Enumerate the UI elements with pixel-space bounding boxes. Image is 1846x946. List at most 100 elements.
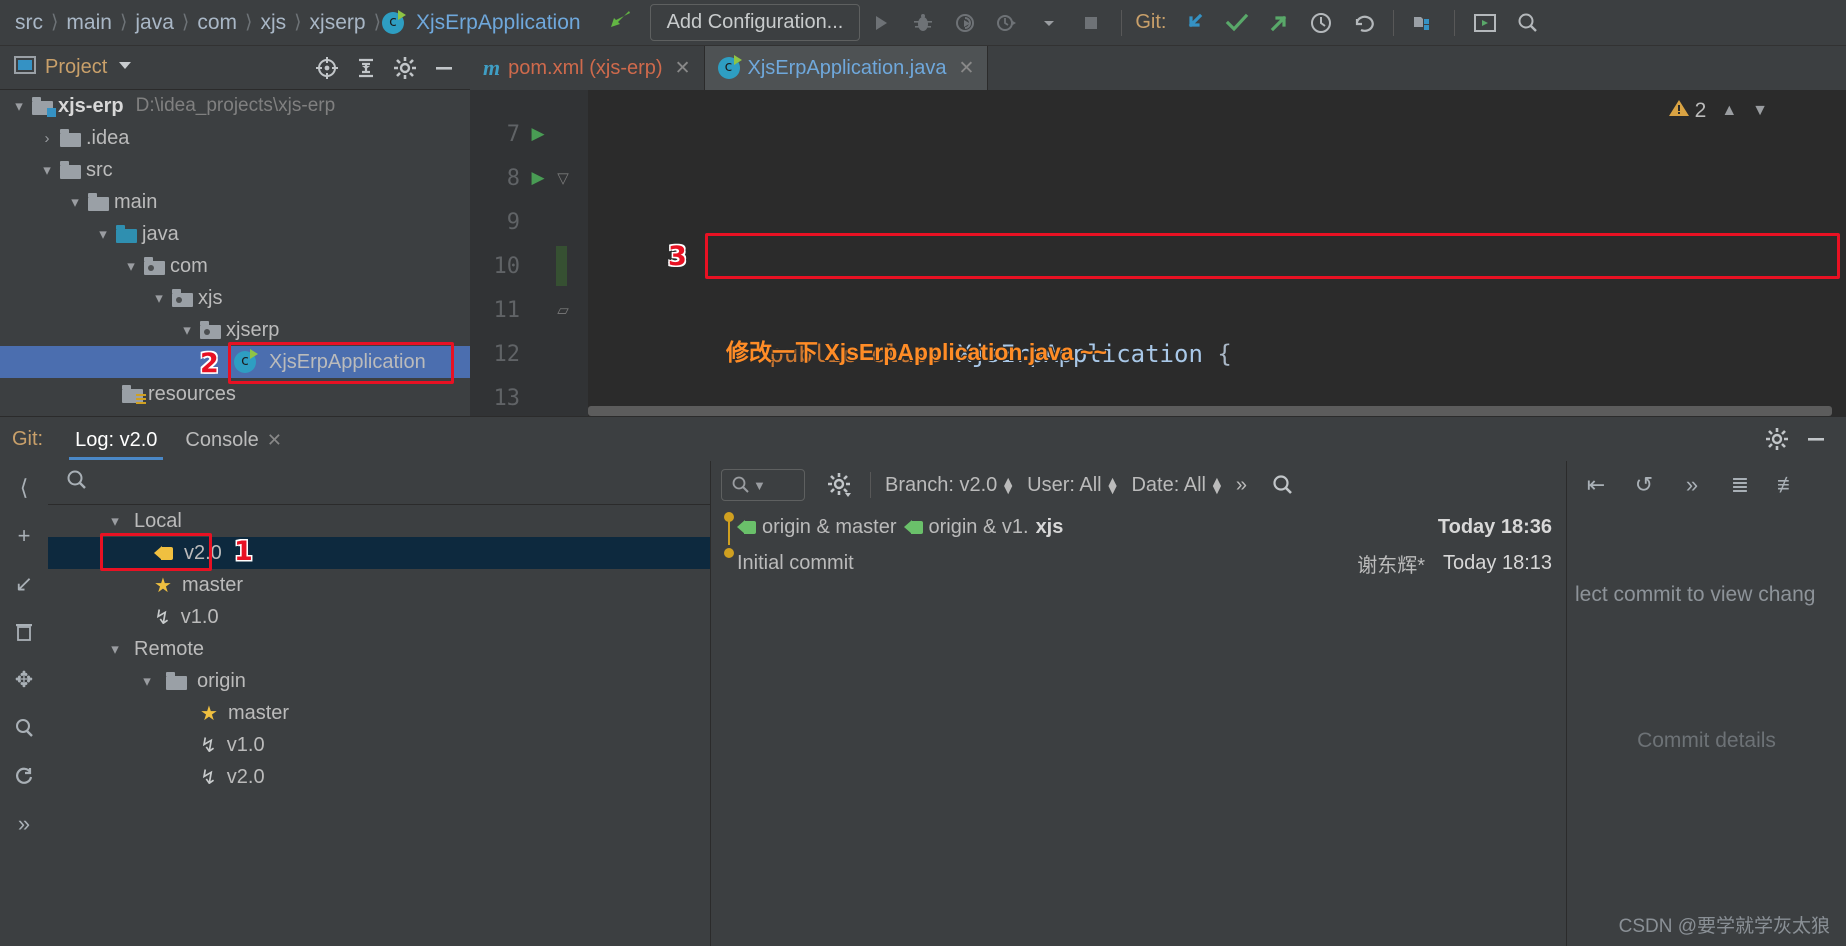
- tree-node-main[interactable]: ▾ main: [0, 186, 470, 218]
- build-icon[interactable]: [606, 5, 636, 40]
- checkout-icon[interactable]: ↙: [7, 567, 41, 601]
- minimize-icon[interactable]: [428, 52, 460, 84]
- chevron-down-icon[interactable]: [117, 57, 133, 78]
- gear-icon[interactable]: [1761, 423, 1793, 455]
- git-push-icon[interactable]: [1262, 6, 1296, 40]
- tree-node-xjs-erp[interactable]: ▾ xjs-erp D:\idea_projects\xjs-erp: [0, 90, 470, 122]
- undo-icon[interactable]: ↺: [1627, 468, 1661, 502]
- branch-item-v2-local[interactable]: v2.0: [48, 537, 710, 569]
- commit-list[interactable]: origin & master origin & v1. xjs Today 1…: [711, 509, 1566, 946]
- git-rollback-icon[interactable]: [1346, 6, 1380, 40]
- breadcrumb-item-main[interactable]: main: [59, 11, 119, 35]
- tree-node-xjserpapplication[interactable]: XjsErpApplication: [0, 346, 470, 378]
- stop-icon[interactable]: [1074, 6, 1108, 40]
- add-icon[interactable]: +: [7, 519, 41, 553]
- git-commit-icon[interactable]: [1220, 6, 1254, 40]
- chevron-right-icon[interactable]: ›: [34, 130, 60, 147]
- chevron-down-icon[interactable]: ▾: [90, 225, 116, 243]
- fold-icon[interactable]: ▽: [550, 169, 576, 187]
- tree-node-java[interactable]: ▾ java: [0, 218, 470, 250]
- user-filter[interactable]: User: All ▲ ▼: [1027, 474, 1119, 497]
- branch-item-master-remote[interactable]: ★ master: [48, 697, 710, 729]
- tab-pom-xml[interactable]: m pom.xml (xjs-erp) ✕: [470, 46, 705, 90]
- breadcrumb-item-com[interactable]: com: [190, 11, 244, 35]
- profiler-icon[interactable]: [990, 6, 1024, 40]
- debug-icon[interactable]: [906, 6, 940, 40]
- expand-all-icon[interactable]: ≣: [1723, 468, 1757, 502]
- chevron-up-icon[interactable]: ▲: [1721, 102, 1737, 120]
- delete-icon[interactable]: [7, 615, 41, 649]
- more-icon[interactable]: »: [1675, 468, 1709, 502]
- chevron-down-icon[interactable]: ▼: [1752, 102, 1768, 120]
- log-search-input[interactable]: ▼: [721, 469, 805, 501]
- run-icon[interactable]: ▶: [526, 124, 550, 144]
- breadcrumb-item-java[interactable]: java: [128, 11, 181, 35]
- tree-node-com[interactable]: ▾ com: [0, 250, 470, 282]
- breadcrumb-item-xjserp[interactable]: xjserp: [303, 11, 373, 35]
- tab-console[interactable]: Console ✕: [171, 421, 295, 458]
- close-icon[interactable]: ✕: [959, 57, 975, 80]
- tree-node-xjserp[interactable]: ▾ xjserp: [0, 314, 470, 346]
- revert-icon[interactable]: ⇤: [1579, 468, 1613, 502]
- close-icon[interactable]: ✕: [267, 430, 282, 451]
- breadcrumb-item-xjs[interactable]: xjs: [253, 11, 293, 35]
- chevron-down-icon[interactable]: ▾: [34, 161, 60, 179]
- project-structure-icon[interactable]: [1407, 6, 1441, 40]
- git-history-icon[interactable]: [1304, 6, 1338, 40]
- chevron-down-icon[interactable]: ▾: [102, 640, 128, 658]
- search-icon[interactable]: [1510, 6, 1544, 40]
- date-filter[interactable]: Date: All ▲ ▼: [1131, 474, 1223, 497]
- chevron-down-icon[interactable]: ▾: [62, 193, 88, 211]
- horizontal-scrollbar[interactable]: [588, 406, 1832, 416]
- run-icon[interactable]: [864, 6, 898, 40]
- chevron-down-icon[interactable]: [1032, 6, 1066, 40]
- inspection-status[interactable]: 2 ▲ ▼: [1668, 98, 1768, 124]
- gear-icon[interactable]: [389, 52, 421, 84]
- search-icon[interactable]: [1266, 469, 1298, 501]
- search-icon[interactable]: [7, 711, 41, 745]
- tree-node-xjs[interactable]: ▾ xjs: [0, 282, 470, 314]
- minimize-icon[interactable]: [1800, 423, 1832, 455]
- tab-log[interactable]: Log: v2.0: [61, 421, 171, 460]
- editor-gutter[interactable]: 7 ▶ 8 ▶ ▽ 9 10 11 ▱ 12 13: [470, 90, 588, 416]
- git-update-icon[interactable]: [1178, 6, 1212, 40]
- collapse-all-icon[interactable]: [350, 52, 382, 84]
- breadcrumb-item-class[interactable]: XjsErpApplication: [409, 11, 588, 35]
- commit-tag-origin-master[interactable]: origin & master: [737, 516, 897, 539]
- close-icon[interactable]: ✕: [675, 57, 691, 80]
- chevron-down-icon[interactable]: ▾: [174, 321, 200, 339]
- tab-xjserpapplication-java[interactable]: XjsErpApplication.java ✕: [704, 46, 989, 90]
- chevron-down-icon[interactable]: ▾: [118, 257, 144, 275]
- collapse-all-icon[interactable]: ≢: [1771, 468, 1805, 502]
- select-run-configuration-icon[interactable]: [1468, 6, 1502, 40]
- branch-search-row[interactable]: [48, 461, 710, 505]
- branch-item-v1-remote[interactable]: ↯ v1.0: [48, 729, 710, 761]
- run-with-coverage-icon[interactable]: [948, 6, 982, 40]
- merge-icon[interactable]: ✥: [7, 663, 41, 697]
- chevron-down-icon[interactable]: ▾: [6, 97, 32, 115]
- chevron-down-icon[interactable]: ▾: [102, 512, 128, 530]
- commit-row[interactable]: Initial commit 谢东辉* Today 18:13: [711, 545, 1566, 581]
- add-configuration-button[interactable]: Add Configuration...: [649, 4, 861, 41]
- tree-node-resources[interactable]: resources: [0, 378, 470, 410]
- code-text[interactable]: public class XjsErpApplication { public …: [588, 90, 1846, 416]
- branch-group-remote[interactable]: ▾ Remote: [48, 633, 710, 665]
- chevron-down-icon[interactable]: ▼: [753, 478, 766, 493]
- branch-item-v2-remote[interactable]: ↯ v2.0: [48, 761, 710, 793]
- branch-group-local[interactable]: ▾ Local: [48, 505, 710, 537]
- gear-icon[interactable]: [824, 469, 856, 501]
- fold-icon[interactable]: ▱: [550, 301, 576, 319]
- breadcrumb-item-src[interactable]: src: [8, 11, 50, 35]
- tree-node-src[interactable]: ▾ src: [0, 154, 470, 186]
- more-filters[interactable]: »: [1236, 474, 1247, 497]
- chevron-down-icon[interactable]: ▾: [134, 672, 160, 690]
- branch-filter[interactable]: Branch: v2.0 ▲ ▼: [885, 474, 1015, 497]
- commit-tag-origin-v1[interactable]: origin & v1.: [903, 516, 1029, 539]
- commit-row[interactable]: origin & master origin & v1. xjs Today 1…: [711, 509, 1566, 545]
- refresh-icon[interactable]: [7, 759, 41, 793]
- collapse-icon[interactable]: ⟨: [7, 471, 41, 505]
- more-icon[interactable]: »: [7, 807, 41, 841]
- branch-item-v1-local[interactable]: ↯ v1.0: [48, 601, 710, 633]
- branch-item-master-local[interactable]: ★ master: [48, 569, 710, 601]
- locate-icon[interactable]: [311, 52, 343, 84]
